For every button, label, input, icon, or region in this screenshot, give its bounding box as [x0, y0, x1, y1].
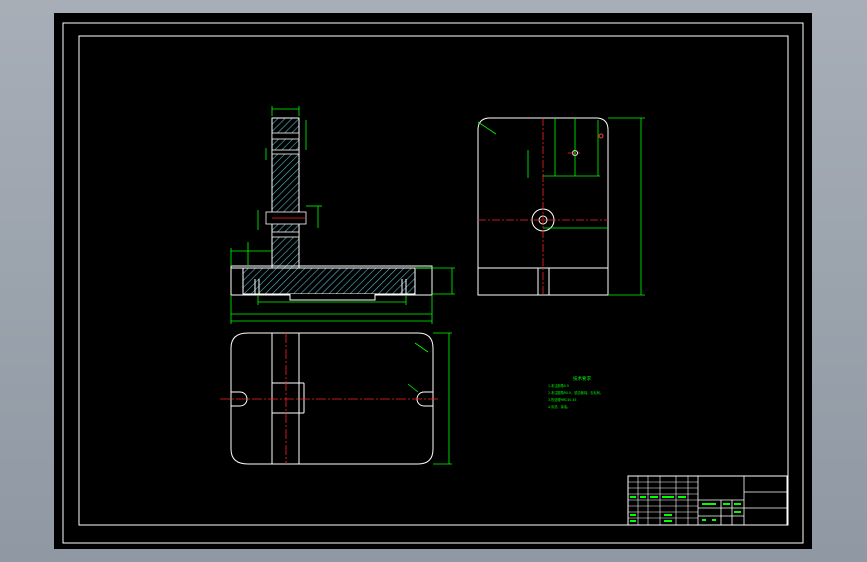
outer-frame — [62, 22, 804, 544]
inner-frame — [78, 35, 789, 526]
note-line-1: 1.未注倒角0.5 — [548, 383, 569, 388]
note-line-4: 4.清洗、涂油。 — [548, 404, 570, 409]
side-view — [477, 117, 645, 296]
front-section-view — [230, 106, 455, 324]
title-block — [627, 475, 788, 526]
technical-notes: 技术要求 1.未注倒角0.5 2.未注圆角R0.5，锐边倒钝，去毛刺。 3.热处… — [548, 375, 603, 409]
cad-drawing: 技术要求 1.未注倒角0.5 2.未注圆角R0.5，锐边倒钝，去毛刺。 3.热处… — [62, 22, 804, 544]
note-line-2: 2.未注圆角R0.5，锐边倒钝，去毛刺。 — [548, 390, 603, 395]
cad-viewport[interactable]: 技术要求 1.未注倒角0.5 2.未注圆角R0.5，锐边倒钝，去毛刺。 3.热处… — [0, 0, 867, 562]
top-plan-view — [220, 332, 452, 465]
notes-title: 技术要求 — [573, 375, 591, 382]
note-line-3: 3.热处理HRC40-45 — [548, 397, 577, 402]
drawing-sheet: 技术要求 1.未注倒角0.5 2.未注圆角R0.5，锐边倒钝，去毛刺。 3.热处… — [54, 13, 812, 549]
